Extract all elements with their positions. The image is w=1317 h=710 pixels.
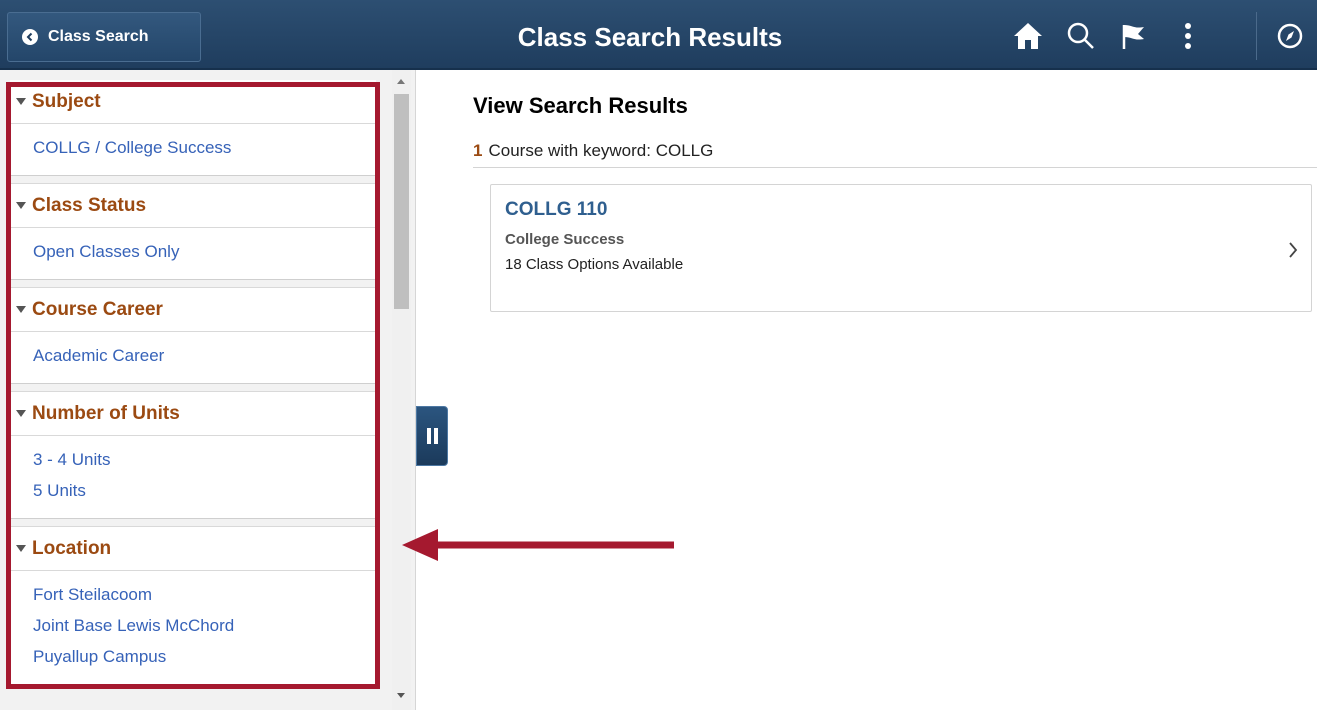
filter-group-subject: Subject COLLG / College Success bbox=[10, 80, 376, 176]
results-divider bbox=[473, 167, 1317, 168]
collapse-triangle-icon bbox=[16, 202, 26, 209]
filter-scrollbar[interactable] bbox=[392, 70, 411, 710]
scroll-down-arrow-icon[interactable] bbox=[397, 693, 405, 698]
filter-heading-label: Number of Units bbox=[32, 402, 180, 424]
collapse-triangle-icon bbox=[16, 545, 26, 552]
filter-group-location: Location Fort Steilacoom Joint Base Lewi… bbox=[10, 527, 376, 685]
filter-group-number-of-units: Number of Units 3 - 4 Units 5 Units bbox=[10, 392, 376, 519]
results-count-text: Course with keyword: COLLG bbox=[488, 141, 714, 160]
chevron-right-icon bbox=[1289, 242, 1298, 258]
page-title: Class Search Results bbox=[517, 22, 783, 52]
course-code: COLLG 110 bbox=[505, 199, 608, 220]
filter-option-open-classes[interactable]: Open Classes Only bbox=[33, 236, 376, 267]
filter-heading-course-career[interactable]: Course Career bbox=[10, 288, 376, 332]
back-to-class-search-button[interactable]: Class Search bbox=[7, 12, 201, 62]
filter-panel: Subject COLLG / College Success Class St… bbox=[0, 70, 416, 710]
back-button-label: Class Search bbox=[48, 28, 149, 45]
group-separator bbox=[10, 519, 376, 527]
results-count: 1 Course with keyword: COLLG bbox=[473, 141, 713, 161]
results-count-number: 1 bbox=[473, 141, 483, 160]
scroll-thumb[interactable] bbox=[394, 94, 409, 309]
filter-option-puyallup[interactable]: Puyallup Campus bbox=[33, 641, 376, 672]
filter-heading-label: Subject bbox=[32, 90, 101, 112]
header-divider bbox=[1256, 12, 1257, 60]
filter-heading-location[interactable]: Location bbox=[10, 527, 376, 571]
filter-option-fort-steilacoom[interactable]: Fort Steilacoom bbox=[33, 579, 376, 610]
collapse-panel-handle[interactable] bbox=[416, 406, 448, 466]
chevron-left-icon bbox=[22, 29, 38, 45]
collapse-triangle-icon bbox=[16, 306, 26, 313]
filter-group-course-career: Course Career Academic Career bbox=[10, 288, 376, 384]
filter-group-class-status: Class Status Open Classes Only bbox=[10, 184, 376, 280]
pause-bar-icon bbox=[433, 428, 438, 444]
group-separator bbox=[10, 176, 376, 184]
filter-heading-class-status[interactable]: Class Status bbox=[10, 184, 376, 228]
flag-icon[interactable] bbox=[1115, 18, 1151, 54]
header-bar: Class Search Class Search Results bbox=[0, 0, 1317, 70]
filter-heading-label: Course Career bbox=[32, 298, 163, 320]
filter-list: Subject COLLG / College Success Class St… bbox=[10, 80, 376, 685]
filter-heading-label: Location bbox=[32, 537, 112, 559]
filter-option-jblm[interactable]: Joint Base Lewis McChord bbox=[33, 610, 376, 641]
filter-option-academic-career[interactable]: Academic Career bbox=[33, 340, 376, 371]
scroll-up-arrow-icon[interactable] bbox=[397, 79, 405, 84]
filter-heading-label: Class Status bbox=[32, 194, 147, 216]
collapse-triangle-icon bbox=[16, 410, 26, 417]
course-result-card[interactable]: COLLG 110 College Success 18 Class Optio… bbox=[490, 184, 1312, 312]
filter-option-5-units[interactable]: 5 Units bbox=[33, 475, 376, 506]
group-separator bbox=[10, 384, 376, 392]
navbar-compass-icon[interactable] bbox=[1272, 18, 1308, 54]
search-icon[interactable] bbox=[1063, 18, 1099, 54]
filter-heading-number-of-units[interactable]: Number of Units bbox=[10, 392, 376, 436]
filter-heading-subject[interactable]: Subject bbox=[10, 80, 376, 124]
course-options-count: 18 Class Options Available bbox=[505, 256, 684, 273]
course-name: College Success bbox=[505, 231, 625, 248]
annotation-arrow-icon bbox=[402, 529, 674, 561]
more-options-icon[interactable] bbox=[1170, 18, 1206, 54]
pause-bar-icon bbox=[426, 428, 431, 444]
group-separator bbox=[10, 280, 376, 288]
home-icon[interactable] bbox=[1010, 18, 1046, 54]
filter-option-collg[interactable]: COLLG / College Success bbox=[33, 132, 376, 163]
collapse-triangle-icon bbox=[16, 98, 26, 105]
filter-option-3-4-units[interactable]: 3 - 4 Units bbox=[33, 444, 376, 475]
results-title: View Search Results bbox=[473, 93, 688, 118]
